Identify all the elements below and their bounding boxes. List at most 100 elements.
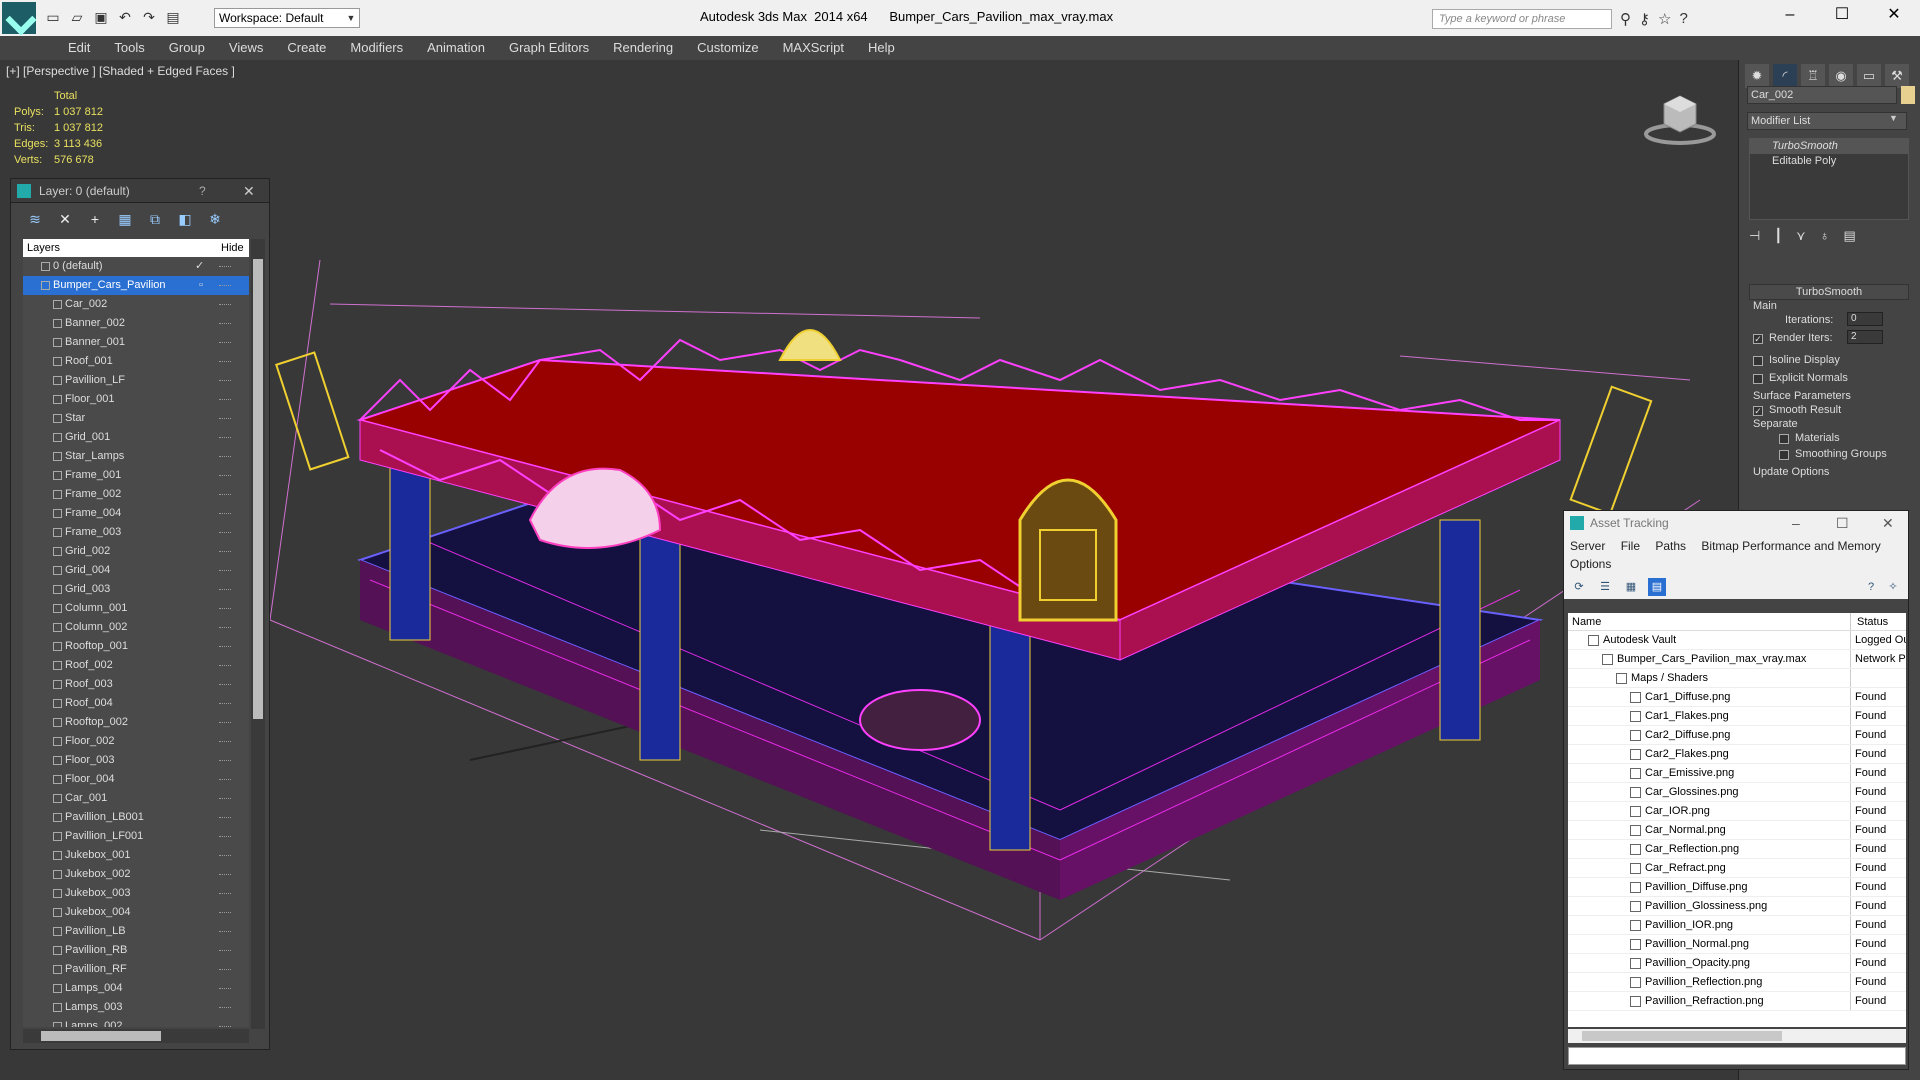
undo-icon[interactable]: ↶ [116, 8, 134, 26]
new-file-icon[interactable]: ▭ [44, 8, 62, 26]
hide-toggle[interactable] [219, 342, 231, 343]
layer-object-row[interactable]: Roof_001 [23, 352, 249, 371]
hide-toggle[interactable] [219, 1026, 231, 1027]
layer-row[interactable]: Bumper_Cars_Pavilion ▫ [23, 276, 249, 295]
asset-row[interactable]: Pavillion_Diffuse.png Found [1568, 878, 1906, 897]
help-icon[interactable]: ? [1679, 10, 1687, 28]
layer-object-row[interactable]: Star [23, 409, 249, 428]
current-layer-box-icon[interactable]: ▫ [199, 276, 203, 295]
asset-tracking-titlebar[interactable]: Asset Tracking – ☐ ✕ [1564, 511, 1908, 535]
menu-help[interactable]: Help [856, 36, 907, 60]
explicit-normals-checkbox[interactable] [1753, 374, 1763, 384]
maximize-button[interactable]: ☐ [1816, 0, 1868, 32]
hide-toggle[interactable] [219, 722, 231, 723]
make-unique-icon[interactable]: ⋎ [1796, 228, 1806, 244]
save-icon[interactable]: ▣ [92, 8, 110, 26]
asset-row[interactable]: Car_Glossines.png Found [1568, 783, 1906, 802]
layer-object-row[interactable]: Pavillion_RB [23, 941, 249, 960]
hierarchy-tab-icon[interactable]: ♖ [1801, 64, 1825, 88]
asset-row[interactable]: Car2_Flakes.png Found [1568, 745, 1906, 764]
layer-object-row[interactable]: Column_002 [23, 618, 249, 637]
show-end-result-icon[interactable]: ┃ [1774, 228, 1782, 244]
menu-animation[interactable]: Animation [415, 36, 497, 60]
configure-sets-icon[interactable]: ▤ [1843, 228, 1855, 244]
layer-object-row[interactable]: Floor_002 [23, 732, 249, 751]
search-input[interactable]: Type a keyword or phrase [1432, 9, 1612, 29]
layer-object-row[interactable]: Car_002 [23, 295, 249, 314]
hide-toggle[interactable] [219, 817, 231, 818]
motion-tab-icon[interactable]: ◉ [1829, 64, 1853, 88]
hide-toggle[interactable] [219, 684, 231, 685]
key-icon[interactable]: ⚷ [1639, 10, 1650, 28]
layer-object-row[interactable]: Lamps_002 [23, 1017, 249, 1027]
asset-row[interactable]: Pavillion_IOR.png Found [1568, 916, 1906, 935]
smoothing-groups-checkbox[interactable] [1779, 450, 1789, 460]
redo-icon[interactable]: ↷ [140, 8, 158, 26]
viewport-label[interactable]: [+] [Perspective ] [Shaded + Edged Faces… [6, 64, 235, 78]
close-button[interactable]: ✕ [1868, 0, 1920, 32]
menu-views[interactable]: Views [217, 36, 275, 60]
column-hide[interactable]: Hide [221, 239, 244, 257]
utilities-tab-icon[interactable]: ⚒ [1885, 64, 1909, 88]
hide-toggle[interactable] [219, 1007, 231, 1008]
asset-row[interactable]: Bumper_Cars_Pavilion_max_vray.max Network… [1568, 650, 1906, 669]
workspace-dropdown[interactable]: Workspace: Default [214, 8, 360, 28]
layer-object-row[interactable]: Jukebox_004 [23, 903, 249, 922]
hide-toggle[interactable] [219, 589, 231, 590]
layer-object-row[interactable]: Pavillion_LF [23, 371, 249, 390]
modifier-list-dropdown[interactable]: Modifier List [1747, 112, 1907, 130]
hide-toggle[interactable] [219, 399, 231, 400]
turbosmooth-rollout-title[interactable]: TurboSmooth [1749, 284, 1909, 300]
layer-object-row[interactable]: Roof_002 [23, 656, 249, 675]
binoculars-icon[interactable]: ⚲ [1620, 10, 1631, 28]
render-iters-checkbox[interactable]: ✓ [1753, 334, 1763, 344]
layer-object-row[interactable]: Rooftop_001 [23, 637, 249, 656]
scrollbar-thumb[interactable] [1582, 1031, 1782, 1041]
hide-toggle[interactable] [219, 513, 231, 514]
layer-object-row[interactable]: Pavillion_LB [23, 922, 249, 941]
layer-panel-titlebar[interactable]: Layer: 0 (default) ? ✕ [11, 179, 269, 203]
display-tab-icon[interactable]: ▭ [1857, 64, 1881, 88]
remove-modifier-icon[interactable]: ♁ [1820, 228, 1830, 244]
asset-row[interactable]: Car_Refract.png Found [1568, 859, 1906, 878]
close-button[interactable]: ✕ [1882, 511, 1894, 535]
isoline-checkbox[interactable] [1753, 356, 1763, 366]
refresh-icon[interactable]: ⟳ [1570, 578, 1588, 596]
hide-toggle[interactable] [219, 608, 231, 609]
viewcube-icon[interactable] [1642, 90, 1718, 146]
column-layers[interactable]: Layers [27, 239, 60, 257]
hide-toggle[interactable] [219, 627, 231, 628]
asset-row[interactable]: Pavillion_Opacity.png Found [1568, 954, 1906, 973]
hide-toggle[interactable] [219, 665, 231, 666]
hide-toggle[interactable] [219, 380, 231, 381]
hide-toggle[interactable] [219, 874, 231, 875]
materials-checkbox[interactable] [1779, 434, 1789, 444]
layer-object-row[interactable]: Rooftop_002 [23, 713, 249, 732]
layer-object-row[interactable]: Frame_003 [23, 523, 249, 542]
layer-object-row[interactable]: Pavillion_LB001 [23, 808, 249, 827]
layer-object-row[interactable]: Floor_004 [23, 770, 249, 789]
layer-object-row[interactable]: Frame_001 [23, 466, 249, 485]
menu-server[interactable]: Server [1570, 539, 1605, 553]
layer-object-row[interactable]: Grid_002 [23, 542, 249, 561]
hide-toggle[interactable] [219, 836, 231, 837]
asset-row[interactable]: Car_Emissive.png Found [1568, 764, 1906, 783]
hide-toggle[interactable] [219, 798, 231, 799]
hide-toggle[interactable] [219, 266, 231, 267]
modify-tab-icon[interactable]: ◜ [1773, 64, 1797, 88]
menu-create[interactable]: Create [275, 36, 338, 60]
layer-object-row[interactable]: Grid_003 [23, 580, 249, 599]
asset-row[interactable]: Car_Normal.png Found [1568, 821, 1906, 840]
help-icon[interactable]: ? [199, 179, 206, 203]
layer-object-row[interactable]: Lamps_003 [23, 998, 249, 1017]
stack-item-editable-poly[interactable]: Editable Poly [1750, 154, 1908, 169]
thumbnail-view-icon[interactable]: ▦ [1622, 578, 1640, 596]
layer-object-row[interactable]: Floor_003 [23, 751, 249, 770]
layer-object-row[interactable]: Pavillion_RF [23, 960, 249, 979]
horizontal-scrollbar[interactable] [23, 1029, 249, 1043]
horizontal-scrollbar[interactable] [1568, 1029, 1906, 1043]
object-name-field[interactable]: Car_002 [1747, 86, 1897, 104]
asset-row[interactable]: Pavillion_Reflection.png Found [1568, 973, 1906, 992]
layer-row[interactable]: 0 (default) ✓ [23, 257, 249, 276]
hide-toggle[interactable] [219, 551, 231, 552]
